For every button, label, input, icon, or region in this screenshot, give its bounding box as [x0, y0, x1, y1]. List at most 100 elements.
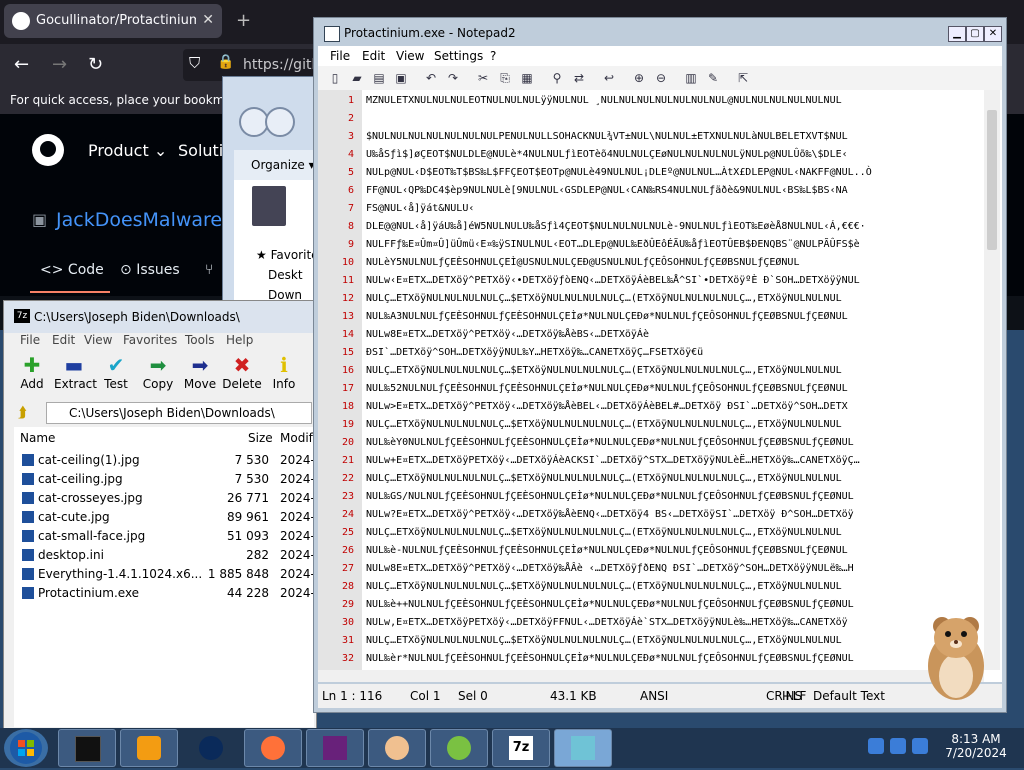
code-line: FS@NUL‹å]ÿát&NULU‹	[366, 203, 475, 214]
menu-favorites[interactable]: Favorites	[123, 333, 177, 347]
file-row[interactable]: cat-small-face.jpg 51 093 2024-	[14, 527, 315, 546]
menu-view[interactable]: View	[84, 333, 112, 347]
nav-product[interactable]: Product ⌄	[88, 141, 167, 160]
taskbar-globe-icon[interactable]	[182, 729, 240, 767]
paste-icon[interactable]: ▦	[520, 71, 534, 85]
taskbar-clock[interactable]: 8:13 AM 7/20/2024	[934, 732, 1018, 766]
menu-help[interactable]: Help	[226, 333, 253, 347]
windows-start-icon[interactable]	[4, 729, 48, 767]
desktop-item[interactable]: Deskt	[268, 268, 303, 282]
add-button[interactable]: ✚ Add	[12, 353, 52, 395]
forward-arrow-icon[interactable]: →	[52, 54, 67, 75]
line-number: 1	[347, 95, 354, 106]
taskbar-lime-icon[interactable]	[430, 729, 488, 767]
menu-tools[interactable]: Tools	[185, 333, 215, 347]
new-file-icon[interactable]: ▯	[328, 71, 342, 85]
taskbar-notepad-icon[interactable]	[554, 729, 612, 767]
close-tab-icon[interactable]: ✕	[202, 12, 214, 28]
tab-code[interactable]: <> Code	[40, 262, 104, 278]
file-row[interactable]: Everything-1.4.1.1024.x6... 1 885 848 2024…	[14, 565, 315, 584]
column-size[interactable]: Size	[248, 431, 273, 445]
zoom-out-icon[interactable]: ⊖	[654, 71, 668, 85]
cut-icon[interactable]: ✂	[476, 71, 490, 85]
info-button[interactable]: ℹ Info	[264, 353, 304, 395]
np-menu-settings[interactable]: Settings	[434, 49, 483, 63]
open-folder-icon[interactable]: ▰	[350, 71, 364, 85]
vertical-scrollbar[interactable]	[984, 90, 1000, 670]
file-row[interactable]: cat-ceiling.jpg 7 530 2024-	[14, 470, 315, 489]
customize-icon[interactable]: ✎	[706, 71, 720, 85]
file-name: cat-small-face.jpg	[38, 529, 146, 543]
np-menu-help[interactable]: ?	[490, 49, 496, 63]
organize-button[interactable]: Organize ▾	[251, 158, 315, 172]
minimize-button[interactable]: ▁	[948, 26, 966, 42]
extract-button[interactable]: ▬ Extract	[54, 353, 97, 395]
exit-icon[interactable]: ⇱	[736, 71, 750, 85]
reload-icon[interactable]: ↻	[88, 54, 103, 75]
new-tab-button[interactable]: +	[236, 10, 251, 31]
up-folder-icon[interactable]: ⮭	[18, 403, 27, 421]
taskbar-terminal-icon[interactable]	[58, 729, 116, 767]
line-number: 11	[341, 275, 354, 286]
tab-issues[interactable]: ⊙ Issues	[120, 262, 180, 278]
zoom-in-icon[interactable]: ⊕	[632, 71, 646, 85]
file-name: cat-cute.jpg	[38, 510, 110, 524]
browse-icon[interactable]: ▤	[372, 71, 386, 85]
code-line: DLE@@NUL‹å]ÿáU‰å]éW5NULNULU‰åSƒì4ÇEOT$NU…	[366, 221, 866, 232]
undo-icon[interactable]: ↶	[424, 71, 438, 85]
np-menu-file[interactable]: File	[330, 49, 350, 63]
move-button[interactable]: ➡ Move	[180, 353, 220, 395]
tray-volume-icon[interactable]	[912, 738, 928, 754]
explorer-forward-icon[interactable]	[265, 107, 295, 137]
file-row[interactable]: cat-ceiling(1).jpg 7 530 2024-	[14, 451, 315, 470]
taskbar-7zip-icon[interactable]: 7z	[492, 729, 550, 767]
browser-tab[interactable]: Gocullinator/Protactinium.exe ✕	[4, 4, 222, 38]
taskbar-visual-studio-icon[interactable]	[306, 729, 364, 767]
word-wrap-icon[interactable]: ↩	[602, 71, 616, 85]
delete-button[interactable]: ✖ Delete	[222, 353, 262, 395]
column-modified[interactable]: Modif	[280, 431, 313, 445]
copy-icon[interactable]: ⎘	[498, 71, 512, 85]
file-row[interactable]: Protactinium.exe 44 228 2024-	[14, 584, 315, 603]
maximize-button[interactable]: ▢	[966, 26, 984, 42]
taskbar-firefox-icon[interactable]	[244, 729, 302, 767]
redo-icon[interactable]: ↷	[446, 71, 460, 85]
column-name[interactable]: Name	[20, 431, 55, 445]
file-row[interactable]: desktop.ini 282 2024-	[14, 546, 315, 565]
find-icon[interactable]: ⚲	[550, 71, 564, 85]
close-button[interactable]: ✕	[984, 26, 1002, 42]
repo-owner-link[interactable]: JackDoesMalwares	[56, 209, 232, 231]
save-icon[interactable]: ▣	[394, 71, 408, 85]
scroll-thumb[interactable]	[987, 110, 997, 250]
favorites-item[interactable]: ★ Favorite	[256, 248, 319, 262]
scheme-icon[interactable]: ▥	[684, 71, 698, 85]
file-row[interactable]: cat-cute.jpg 89 961 2024-	[14, 508, 315, 527]
file-size: 7 530	[234, 453, 269, 467]
test-button[interactable]: ✔ Test	[96, 353, 136, 395]
back-arrow-icon[interactable]: ←	[14, 54, 29, 75]
line-number: 30	[341, 617, 354, 628]
code-line: MZNULETXNULNULNULEOTNULNULNULÿÿNULNUL ¸N…	[366, 95, 842, 106]
taskbar-media-player-icon[interactable]	[120, 729, 178, 767]
tray-network-icon[interactable]	[868, 738, 884, 754]
menu-file[interactable]: File	[20, 333, 40, 347]
tray-monitor-icon[interactable]	[890, 738, 906, 754]
browser-tab-title: Gocullinator/Protactinium.exe	[36, 13, 196, 28]
horizontal-scrollbar[interactable]	[318, 670, 984, 682]
active-tab-underline	[30, 291, 110, 293]
np-menu-edit[interactable]: Edit	[362, 49, 385, 63]
menu-edit[interactable]: Edit	[52, 333, 75, 347]
7zip-titlebar: 7z C:\Users\Joseph Biden\Downloads\	[4, 301, 316, 333]
shield-icon[interactable]: ⛉	[189, 54, 200, 72]
file-row[interactable]: cat-crosseyes.jpg 26 771 2024-	[14, 489, 315, 508]
github-logo-icon[interactable]	[32, 134, 64, 166]
file-size: 282	[246, 548, 269, 562]
replace-icon[interactable]: ⇄	[572, 71, 586, 85]
path-input[interactable]: C:\Users\Joseph Biden\Downloads\	[46, 402, 312, 424]
taskbar-user-icon[interactable]	[368, 729, 426, 767]
file-size: 1 885 848	[207, 567, 269, 581]
np-menu-view[interactable]: View	[396, 49, 424, 63]
pull-request-icon[interactable]: ⑂	[205, 262, 213, 278]
notepad2-editor[interactable]: 1 2 3 4 5 6 7 8 9 10 11 12 13 14 15 16 17 18 19 20 21 22 23 24 2…	[318, 90, 1002, 682]
copy-button[interactable]: ➡ Copy	[138, 353, 178, 395]
